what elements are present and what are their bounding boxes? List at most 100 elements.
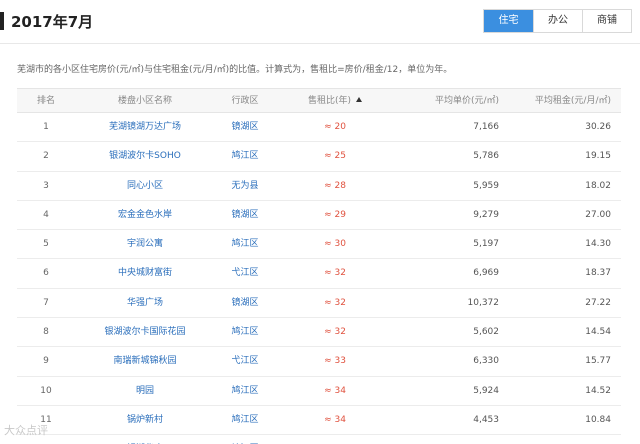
ratio-cell: ≈ 32 [324, 268, 346, 279]
sort-ascending-icon[interactable] [356, 97, 363, 102]
ratio-cell: ≈ 32 [324, 297, 346, 308]
property-name-link[interactable]: 明园 [75, 377, 215, 405]
table-row: 9 南瑞新城锦秋园 弋江区 ≈ 33 6,330 15.77 [17, 347, 621, 377]
rank-cell: 2 [43, 151, 49, 162]
avg-price-cell: 5,959 [473, 180, 499, 191]
ratio-cell: ≈ 34 [275, 435, 395, 444]
district-link[interactable]: 镜湖区 [215, 201, 275, 229]
rank-cell: 8 [43, 327, 49, 338]
col-rank-header: 排名 [36, 96, 55, 106]
table-row: 2 银湖波尔卡SOHO 鸠江区 ≈ 25 5,786 19.15 [17, 142, 621, 172]
property-name-link[interactable]: 南瑞新城锦秋园 [75, 347, 215, 375]
rank-cell: 5 [43, 239, 49, 250]
table-row: 8 银湖波尔卡国际花园 鸠江区 ≈ 32 5,602 14.54 [17, 318, 621, 348]
avg-rent-cell: 14.52 [585, 385, 611, 396]
rank-cell: 9 [43, 356, 49, 367]
district-link[interactable]: 鸠江区 [215, 406, 275, 434]
col-name-header: 楼盘小区名称 [117, 96, 172, 106]
ratio-cell: ≈ 30 [324, 239, 346, 250]
rank-cell: 6 [43, 268, 49, 279]
watermark-logo: 大众点评 [4, 424, 48, 437]
table-row: 1 芜湖镜湖万达广场 镜湖区 ≈ 20 7,166 30.26 [17, 113, 621, 143]
table-row: 10 明园 鸠江区 ≈ 34 5,924 14.52 [17, 377, 621, 406]
avg-rent-cell: 18.02 [585, 180, 611, 191]
avg-price-cell: 5,786 [473, 151, 499, 162]
ratio-cell: ≈ 25 [324, 151, 346, 162]
ranking-table: 排名 楼盘小区名称 行政区 售租比(年) 平均单价(元/㎡) 平均租金(元/月/… [17, 88, 621, 444]
rank-cell: 7 [43, 297, 49, 308]
avg-rent-cell: 14.38 [507, 435, 621, 444]
property-name-link[interactable]: 同心小区 [75, 172, 215, 200]
district-link[interactable]: 鸠江区 [215, 377, 275, 405]
avg-price-cell: 7,166 [473, 122, 499, 132]
ratio-cell: ≈ 32 [324, 327, 346, 338]
col-district-header: 行政区 [231, 96, 259, 106]
district-link[interactable]: 鸠江区 [215, 142, 275, 170]
avg-price-cell: 6,330 [473, 356, 499, 367]
property-name-link[interactable]: 芜湖镜湖万达广场 [75, 113, 215, 141]
table-row: 6 中央城财富街 弋江区 ≈ 32 6,969 18.37 [17, 259, 621, 289]
page-title: 2017年7月 [11, 13, 94, 31]
ratio-cell: ≈ 34 [324, 385, 346, 396]
col-ratio-label: 售租比(年) [307, 96, 352, 106]
district-link[interactable]: 弋江区 [215, 347, 275, 375]
table-description: 芜湖市的各小区住宅房价(元/㎡)与住宅租金(元/月/㎡)的比值。计算式为，售租比… [17, 65, 453, 75]
property-name-link[interactable]: 宇润公寓 [75, 230, 215, 258]
property-name-link[interactable]: 银湖波尔卡SOHO [75, 142, 215, 170]
avg-price-cell: 9,279 [473, 209, 499, 220]
district-link[interactable]: 弋江区 [215, 259, 275, 287]
ratio-cell: ≈ 20 [324, 122, 346, 132]
table-row: 7 华强广场 镜湖区 ≈ 32 10,372 27.22 [17, 289, 621, 319]
rank-cell: 4 [43, 209, 49, 220]
rank-cell: 3 [43, 180, 49, 191]
title-accent-bar [0, 12, 4, 30]
avg-rent-cell: 27.22 [585, 297, 611, 308]
table-row: 5 宇润公寓 鸠江区 ≈ 30 5,197 14.30 [17, 230, 621, 260]
tab-residential[interactable]: 住宅 [484, 10, 533, 32]
avg-price-cell: 5,197 [473, 239, 499, 250]
rank-cell: 1 [43, 122, 49, 132]
district-link[interactable]: 鸠江区 [215, 230, 275, 258]
avg-price-cell: 5,924 [395, 435, 507, 444]
avg-price-cell: 6,969 [473, 268, 499, 279]
property-name-link[interactable]: 华强广场 [75, 289, 215, 317]
avg-rent-cell: 10.84 [585, 414, 611, 425]
property-type-tabs: 住宅 办公 商铺 [483, 9, 632, 33]
table-row: 3 同心小区 无为县 ≈ 28 5,959 18.02 [17, 172, 621, 201]
property-name-link[interactable]: 宏金金色水岸 [75, 201, 215, 229]
avg-rent-cell: 14.30 [585, 239, 611, 250]
property-name-link[interactable]: 中央城财富街 [75, 259, 215, 287]
district-link[interactable]: 镜湖区 [215, 289, 275, 317]
property-name-link[interactable]: 银湖华庭 [75, 435, 215, 444]
avg-rent-cell: 30.26 [585, 122, 611, 132]
avg-rent-cell: 15.77 [585, 356, 611, 367]
ratio-cell: ≈ 28 [324, 180, 346, 191]
district-link[interactable]: 镜湖区 [215, 113, 275, 141]
ratio-cell: ≈ 29 [324, 209, 346, 220]
avg-rent-cell: 14.54 [585, 327, 611, 338]
table-body: 1 芜湖镜湖万达广场 镜湖区 ≈ 20 7,166 30.26 2 银湖波尔卡SOHO 鸠江区 ≈… [17, 113, 621, 444]
col-ratio-header[interactable]: 售租比(年) [275, 89, 395, 112]
table-row: 4 宏金金色水岸 镜湖区 ≈ 29 9,279 27.00 [17, 201, 621, 231]
table-row: 12银湖华庭鸠江区≈ 345,92414.38 [17, 435, 621, 444]
district-link[interactable]: 无为县 [215, 172, 275, 200]
avg-price-cell: 10,372 [467, 297, 500, 308]
avg-price-cell: 5,924 [473, 385, 499, 396]
page-header: 2017年7月 住宅 办公 商铺 [0, 0, 640, 44]
table-header: 排名 楼盘小区名称 行政区 售租比(年) 平均单价(元/㎡) 平均租金(元/月/… [17, 88, 621, 113]
avg-price-cell: 4,453 [473, 414, 499, 425]
district-link[interactable]: 鸠江区 [215, 435, 275, 444]
ratio-cell: ≈ 33 [324, 356, 346, 367]
avg-price-cell: 5,602 [473, 327, 499, 338]
tab-shop[interactable]: 商铺 [582, 10, 631, 32]
rank-cell: 10 [40, 385, 52, 396]
col-rent-header: 平均租金(元/月/㎡) [534, 96, 611, 106]
table-row: 11 锅炉新村 鸠江区 ≈ 34 4,453 10.84 [17, 406, 621, 436]
col-price-header: 平均单价(元/㎡) [434, 96, 499, 106]
tab-office[interactable]: 办公 [533, 10, 582, 32]
ratio-cell: ≈ 34 [324, 414, 346, 425]
district-link[interactable]: 鸠江区 [215, 318, 275, 346]
property-name-link[interactable]: 银湖波尔卡国际花园 [75, 318, 215, 346]
property-name-link[interactable]: 锅炉新村 [75, 406, 215, 434]
avg-rent-cell: 19.15 [585, 151, 611, 162]
